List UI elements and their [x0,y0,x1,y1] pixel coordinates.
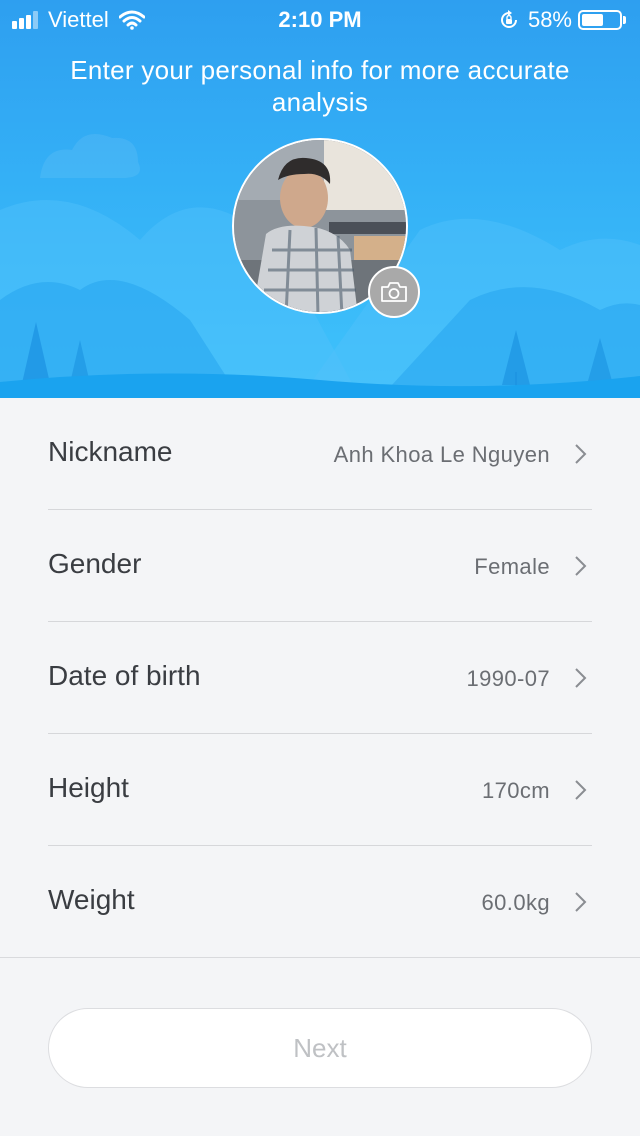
battery-percent: 58% [527,7,572,32]
profile-form: Nickname Anh Khoa Le Nguyen Gender Femal… [0,398,640,958]
weight-value: 60.0kg [481,890,550,915]
change-photo-button[interactable] [368,266,420,318]
status-right: 58% [498,7,626,33]
next-button[interactable]: Next [48,1008,592,1088]
height-value: 170cm [481,778,550,803]
battery-level [582,14,603,26]
nickname-value: Anh Khoa Le Nguyen [333,442,550,467]
gender-label: Gender [48,548,142,579]
rotation-lock-icon [500,10,517,28]
header-title: Enter your personal info for more accura… [70,55,570,117]
chevron-right-icon [575,892,587,912]
date-of-birth-value: 1990-07 [466,666,550,691]
chevron-right-icon [575,444,587,464]
battery-icon [578,10,622,30]
gender-row[interactable]: Gender Female [48,510,592,622]
chevron-right-icon [575,556,587,576]
weight-row[interactable]: Weight 60.0kg [48,846,592,958]
weight-label: Weight [48,884,135,915]
chevron-right-icon [575,780,587,800]
gender-value: Female [474,554,550,579]
nickname-label: Nickname [48,436,173,467]
header: Viettel 2:10 PM 58% Enter your personal [0,0,640,398]
height-row[interactable]: Height 170cm [48,734,592,846]
nickname-row[interactable]: Nickname Anh Khoa Le Nguyen [48,398,592,510]
status-bar: Viettel 2:10 PM 58% [0,0,640,40]
date-of-birth-label: Date of birth [48,660,201,691]
height-label: Height [48,772,129,803]
date-of-birth-row[interactable]: Date of birth 1990-07 [48,622,592,734]
chevron-right-icon [575,668,587,688]
camera-icon [381,282,407,302]
battery-tip [623,16,626,24]
